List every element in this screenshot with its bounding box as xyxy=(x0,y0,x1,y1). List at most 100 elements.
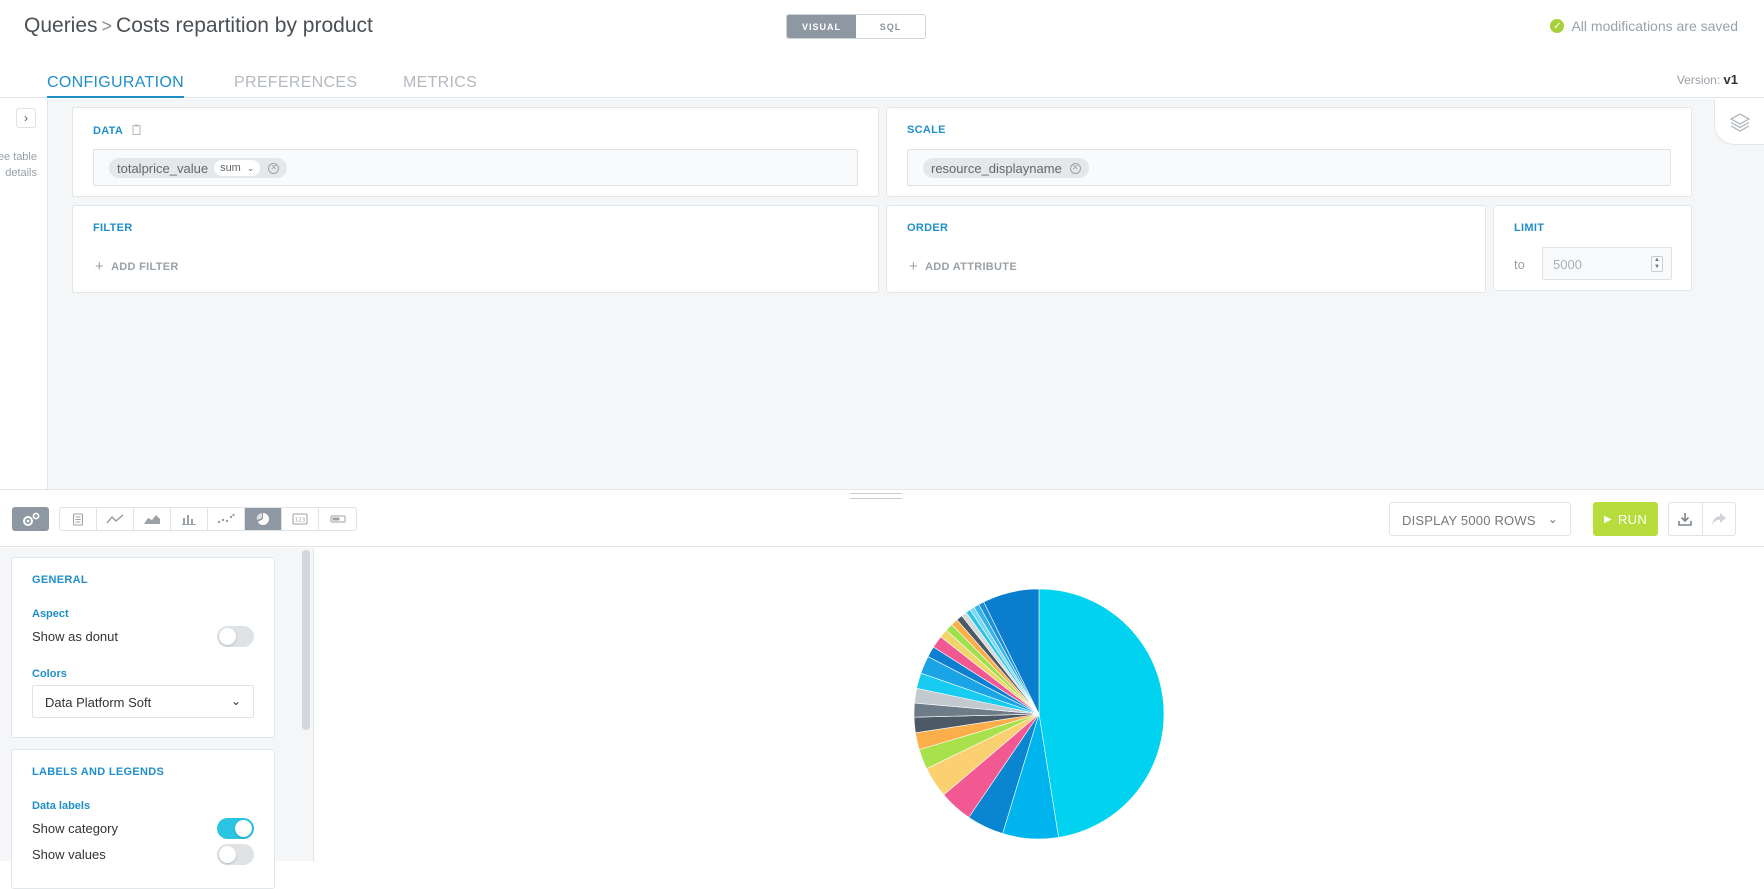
breadcrumb: Queries > Costs repartition by product xyxy=(24,14,373,38)
gauge-chart-button[interactable] xyxy=(319,508,356,530)
sidebar-scrollbar[interactable] xyxy=(302,550,310,730)
chevron-down-icon: ⌄ xyxy=(230,694,241,708)
table-chart-button[interactable] xyxy=(60,508,97,530)
export-share-group xyxy=(1668,502,1736,536)
run-label: RUN xyxy=(1617,511,1648,527)
breadcrumb-queries-link[interactable]: Queries xyxy=(24,14,98,38)
chart-type-selector: 123 xyxy=(59,507,357,531)
limit-input[interactable]: 5000 ▲ ▼ xyxy=(1542,247,1672,280)
mode-switch: VISUAL SQL xyxy=(786,14,926,39)
limit-stepper[interactable]: ▲ ▼ xyxy=(1651,256,1663,272)
check-icon: ✓ xyxy=(1550,19,1565,33)
bar-chart-icon xyxy=(182,515,196,525)
layers-button[interactable] xyxy=(1714,99,1764,145)
visual-mode-button[interactable]: VISUAL xyxy=(787,15,856,38)
show-values-toggle[interactable] xyxy=(217,844,254,865)
limit-to-label: to xyxy=(1514,257,1525,272)
pie-chart xyxy=(913,588,1165,840)
number-icon: 123 xyxy=(292,513,308,525)
chevron-down-icon: ⌄ xyxy=(1547,512,1558,526)
data-panel: DATA totalprice_value sum ⌄ ✕ xyxy=(72,107,879,197)
data-labels-label: Data labels xyxy=(32,800,91,812)
aspect-label: Aspect xyxy=(32,608,69,620)
limit-panel-title: LIMIT xyxy=(1514,222,1545,234)
share-button[interactable] xyxy=(1703,503,1736,535)
data-panel-title: DATA xyxy=(93,124,141,137)
pie-slice-1[interactable] xyxy=(1038,588,1165,838)
scale-panel: SCALE resource_displayname ✕ xyxy=(886,107,1692,197)
data-panel-title-text: DATA xyxy=(93,125,123,137)
configuration-area: › ee table details DATA totalprice_value xyxy=(0,99,1764,489)
scatter-chart-icon xyxy=(217,513,235,524)
sql-mode-button[interactable]: SQL xyxy=(856,15,925,38)
order-panel: ORDER + ADD ATTRIBUTE xyxy=(886,205,1486,293)
number-chart-button[interactable]: 123 xyxy=(282,508,319,530)
remove-chip-icon[interactable]: ✕ xyxy=(1069,162,1081,174)
limit-input-value: 5000 xyxy=(1553,257,1582,272)
filter-panel: FILTER + ADD FILTER xyxy=(72,205,879,293)
data-field-name: totalprice_value xyxy=(117,160,209,176)
version-label: Version: xyxy=(1676,73,1721,87)
general-card-title: GENERAL xyxy=(32,574,88,586)
chart-settings-sidebar: GENERAL Aspect Show as donut Colors Data… xyxy=(0,548,314,889)
add-filter-button[interactable]: + ADD FILTER xyxy=(95,258,179,275)
general-settings-card: GENERAL Aspect Show as donut Colors Data… xyxy=(11,557,275,738)
gears-icon xyxy=(22,512,39,526)
play-icon: ▶ xyxy=(1603,513,1612,525)
download-button[interactable] xyxy=(1669,503,1703,535)
filter-panel-title: FILTER xyxy=(93,222,133,234)
run-button[interactable]: ▶ RUN xyxy=(1593,502,1658,536)
page-title[interactable]: Costs repartition by product xyxy=(116,14,373,38)
chevron-right-icon: › xyxy=(24,111,28,125)
chevron-down-icon: ⌄ xyxy=(246,162,255,173)
share-arrow-icon xyxy=(1711,513,1726,525)
colors-label: Colors xyxy=(32,668,67,680)
download-icon xyxy=(1678,513,1693,526)
aggregation-select[interactable]: sum ⌄ xyxy=(214,160,261,176)
add-attribute-button[interactable]: + ADD ATTRIBUTE xyxy=(909,258,1017,275)
tab-metrics[interactable]: METRICS xyxy=(403,74,477,92)
pie-chart-icon xyxy=(256,513,269,525)
top-bar: Queries > Costs repartition by product V… xyxy=(0,0,1764,54)
expand-rail-button[interactable]: › xyxy=(16,108,36,128)
version-value: v1 xyxy=(1723,72,1738,87)
order-panel-title: ORDER xyxy=(907,222,949,234)
bar-chart-button[interactable] xyxy=(171,508,208,530)
labels-card-title: LABELS AND LEGENDS xyxy=(32,766,165,778)
scale-field-chip[interactable]: resource_displayname ✕ xyxy=(923,158,1089,178)
area-chart-button[interactable] xyxy=(134,508,171,530)
line-chart-icon xyxy=(106,514,124,524)
clipboard-icon[interactable] xyxy=(132,124,141,135)
pie-chart-button[interactable] xyxy=(245,508,282,530)
labels-legends-card: LABELS AND LEGENDS Data labels Show cate… xyxy=(11,749,275,889)
table-icon xyxy=(73,513,83,525)
version-indicator: Version: v1 xyxy=(1677,72,1738,87)
svg-text:123: 123 xyxy=(295,518,306,524)
aggregation-value: sum xyxy=(220,162,241,174)
plus-icon: + xyxy=(909,258,919,275)
color-palette-select[interactable]: Data Platform Soft ⌄ xyxy=(32,685,254,718)
display-rows-select[interactable]: DISPLAY 5000 ROWS ⌄ xyxy=(1389,502,1571,536)
gauge-icon xyxy=(330,515,345,523)
show-as-donut-toggle[interactable] xyxy=(217,626,254,647)
tab-preferences[interactable]: PREFERENCES xyxy=(234,74,357,92)
plus-icon: + xyxy=(95,258,105,275)
save-status-text: All modifications are saved xyxy=(1571,18,1738,34)
scale-panel-title: SCALE xyxy=(907,124,946,136)
remove-chip-icon[interactable]: ✕ xyxy=(268,162,280,174)
layers-icon xyxy=(1729,112,1750,132)
data-dropzone[interactable]: totalprice_value sum ⌄ ✕ xyxy=(93,149,858,186)
show-category-toggle[interactable] xyxy=(217,818,254,839)
table-details-hint[interactable]: ee table details xyxy=(0,149,37,181)
display-rows-value: DISPLAY 5000 ROWS xyxy=(1402,513,1536,528)
line-chart-button[interactable] xyxy=(97,508,134,530)
scatter-chart-button[interactable] xyxy=(208,508,245,530)
tab-configuration[interactable]: CONFIGURATION xyxy=(47,74,184,98)
limit-panel: LIMIT to 5000 ▲ ▼ xyxy=(1493,205,1692,291)
save-status: ✓ All modifications are saved xyxy=(1550,18,1738,34)
breadcrumb-separator: > xyxy=(101,15,113,36)
scale-dropzone[interactable]: resource_displayname ✕ xyxy=(907,149,1671,186)
data-field-chip[interactable]: totalprice_value sum ⌄ ✕ xyxy=(109,158,288,178)
panel-resize-handle[interactable] xyxy=(850,493,902,499)
settings-toggle-button[interactable] xyxy=(12,507,49,531)
